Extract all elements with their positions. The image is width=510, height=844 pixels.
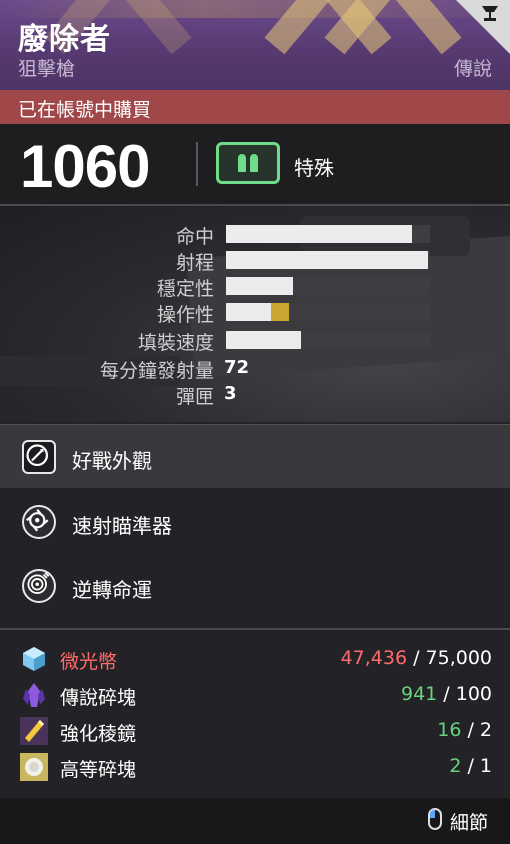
cost-separator: / bbox=[407, 647, 426, 669]
cost-value: 941 / 100 bbox=[401, 683, 492, 705]
stat-bar-fill bbox=[226, 331, 302, 349]
stat-bar bbox=[226, 277, 430, 295]
stat-label: 穩定性 bbox=[156, 278, 214, 300]
stat-bar bbox=[226, 331, 430, 349]
stat-bar bbox=[226, 225, 430, 243]
details-footer[interactable]: 細節 bbox=[0, 798, 510, 844]
cost-owned: 941 bbox=[400, 683, 438, 705]
cost-row: 微光幣 47,436 / 75,000 bbox=[0, 641, 510, 677]
stats-panel: 命中射程穩定性操作性填裝速度每分鐘發射量 72 彈匣 3 bbox=[0, 206, 510, 422]
perk-row[interactable]: 速射瞄準器 bbox=[0, 490, 510, 554]
stat-label: 操作性 bbox=[156, 304, 214, 326]
stat-bar-fill bbox=[226, 303, 271, 321]
stat-label: 射程 bbox=[175, 252, 214, 274]
cost-value: 47,436 / 75,000 bbox=[341, 647, 492, 669]
ascendant-shard-icon bbox=[20, 753, 48, 781]
glimmer-icon bbox=[20, 645, 48, 673]
perk-row[interactable]: 好戰外觀 bbox=[0, 424, 510, 488]
power-row: 1060 特殊 bbox=[0, 124, 510, 204]
stat-label: 彈匣 bbox=[175, 386, 214, 408]
cost-required: 1 bbox=[479, 755, 492, 777]
cost-required: 100 bbox=[455, 683, 492, 705]
cost-owned: 2 bbox=[449, 755, 462, 777]
stat-value: 3 bbox=[224, 383, 237, 404]
stat-bar-fill bbox=[226, 225, 412, 243]
power-divider bbox=[196, 142, 198, 186]
stat-value: 72 bbox=[224, 357, 250, 378]
section-divider bbox=[0, 628, 510, 630]
purchased-banner: 已在帳號中購買 bbox=[0, 90, 510, 124]
item-type: 狙擊槍 bbox=[18, 58, 76, 80]
power-level: 1060 bbox=[20, 133, 150, 200]
target-icon bbox=[22, 569, 56, 603]
stat-bar-fill bbox=[226, 251, 428, 269]
legendary-shards-icon bbox=[20, 681, 48, 709]
cost-row: 傳說碎塊 941 / 100 bbox=[0, 677, 510, 713]
stat-bar-bonus bbox=[270, 303, 290, 321]
perk-label: 逆轉命運 bbox=[72, 578, 152, 602]
stat-bar bbox=[226, 303, 430, 321]
perk-label: 速射瞄準器 bbox=[72, 514, 172, 538]
tooltip-header: 廢除者 狙擊槍 傳說 bbox=[0, 0, 510, 90]
cost-required: 75,000 bbox=[425, 647, 492, 669]
scope-icon bbox=[22, 505, 56, 539]
details-label: 細節 bbox=[450, 812, 489, 834]
stat-bar bbox=[226, 251, 430, 269]
cost-row: 強化稜鏡 16 / 2 bbox=[0, 713, 510, 749]
cost-separator: / bbox=[461, 719, 480, 741]
stat-label: 填裝速度 bbox=[137, 332, 214, 354]
cost-label: 高等碎塊 bbox=[60, 759, 137, 781]
perk-label: 好戰外觀 bbox=[72, 449, 152, 473]
cost-label: 強化稜鏡 bbox=[60, 723, 137, 745]
cost-owned: 16 bbox=[437, 719, 462, 741]
item-name: 廢除者 bbox=[18, 22, 111, 57]
triumph-corner-icon bbox=[456, 0, 510, 54]
item-tooltip: 廢除者 狙擊槍 傳說 已在帳號中購買 1060 特殊 命中射程穩定性操作性填裝速… bbox=[0, 0, 510, 844]
cost-separator: / bbox=[437, 683, 456, 705]
cost-label: 傳說碎塊 bbox=[60, 687, 137, 709]
purchased-text: 已在帳號中購買 bbox=[18, 99, 152, 121]
ornament-icon bbox=[22, 440, 56, 474]
enhancement-prism-icon bbox=[20, 717, 48, 745]
stat-bar-fill bbox=[226, 277, 294, 295]
stat-label: 每分鐘發射量 bbox=[99, 360, 214, 382]
mouse-icon bbox=[428, 808, 442, 830]
perk-row[interactable]: 逆轉命運 bbox=[0, 554, 510, 618]
cost-row: 高等碎塊 2 / 1 bbox=[0, 749, 510, 785]
cost-value: 16 / 2 bbox=[437, 719, 492, 741]
item-rarity: 傳說 bbox=[453, 58, 492, 80]
stat-label: 命中 bbox=[175, 226, 214, 248]
cost-required: 2 bbox=[479, 719, 492, 741]
cost-label: 微光幣 bbox=[60, 651, 118, 673]
cost-owned: 47,436 bbox=[340, 647, 408, 669]
ammo-type-label: 特殊 bbox=[294, 156, 334, 180]
cost-separator: / bbox=[461, 755, 480, 777]
special-ammo-icon bbox=[216, 142, 280, 184]
cost-value: 2 / 1 bbox=[449, 755, 492, 777]
